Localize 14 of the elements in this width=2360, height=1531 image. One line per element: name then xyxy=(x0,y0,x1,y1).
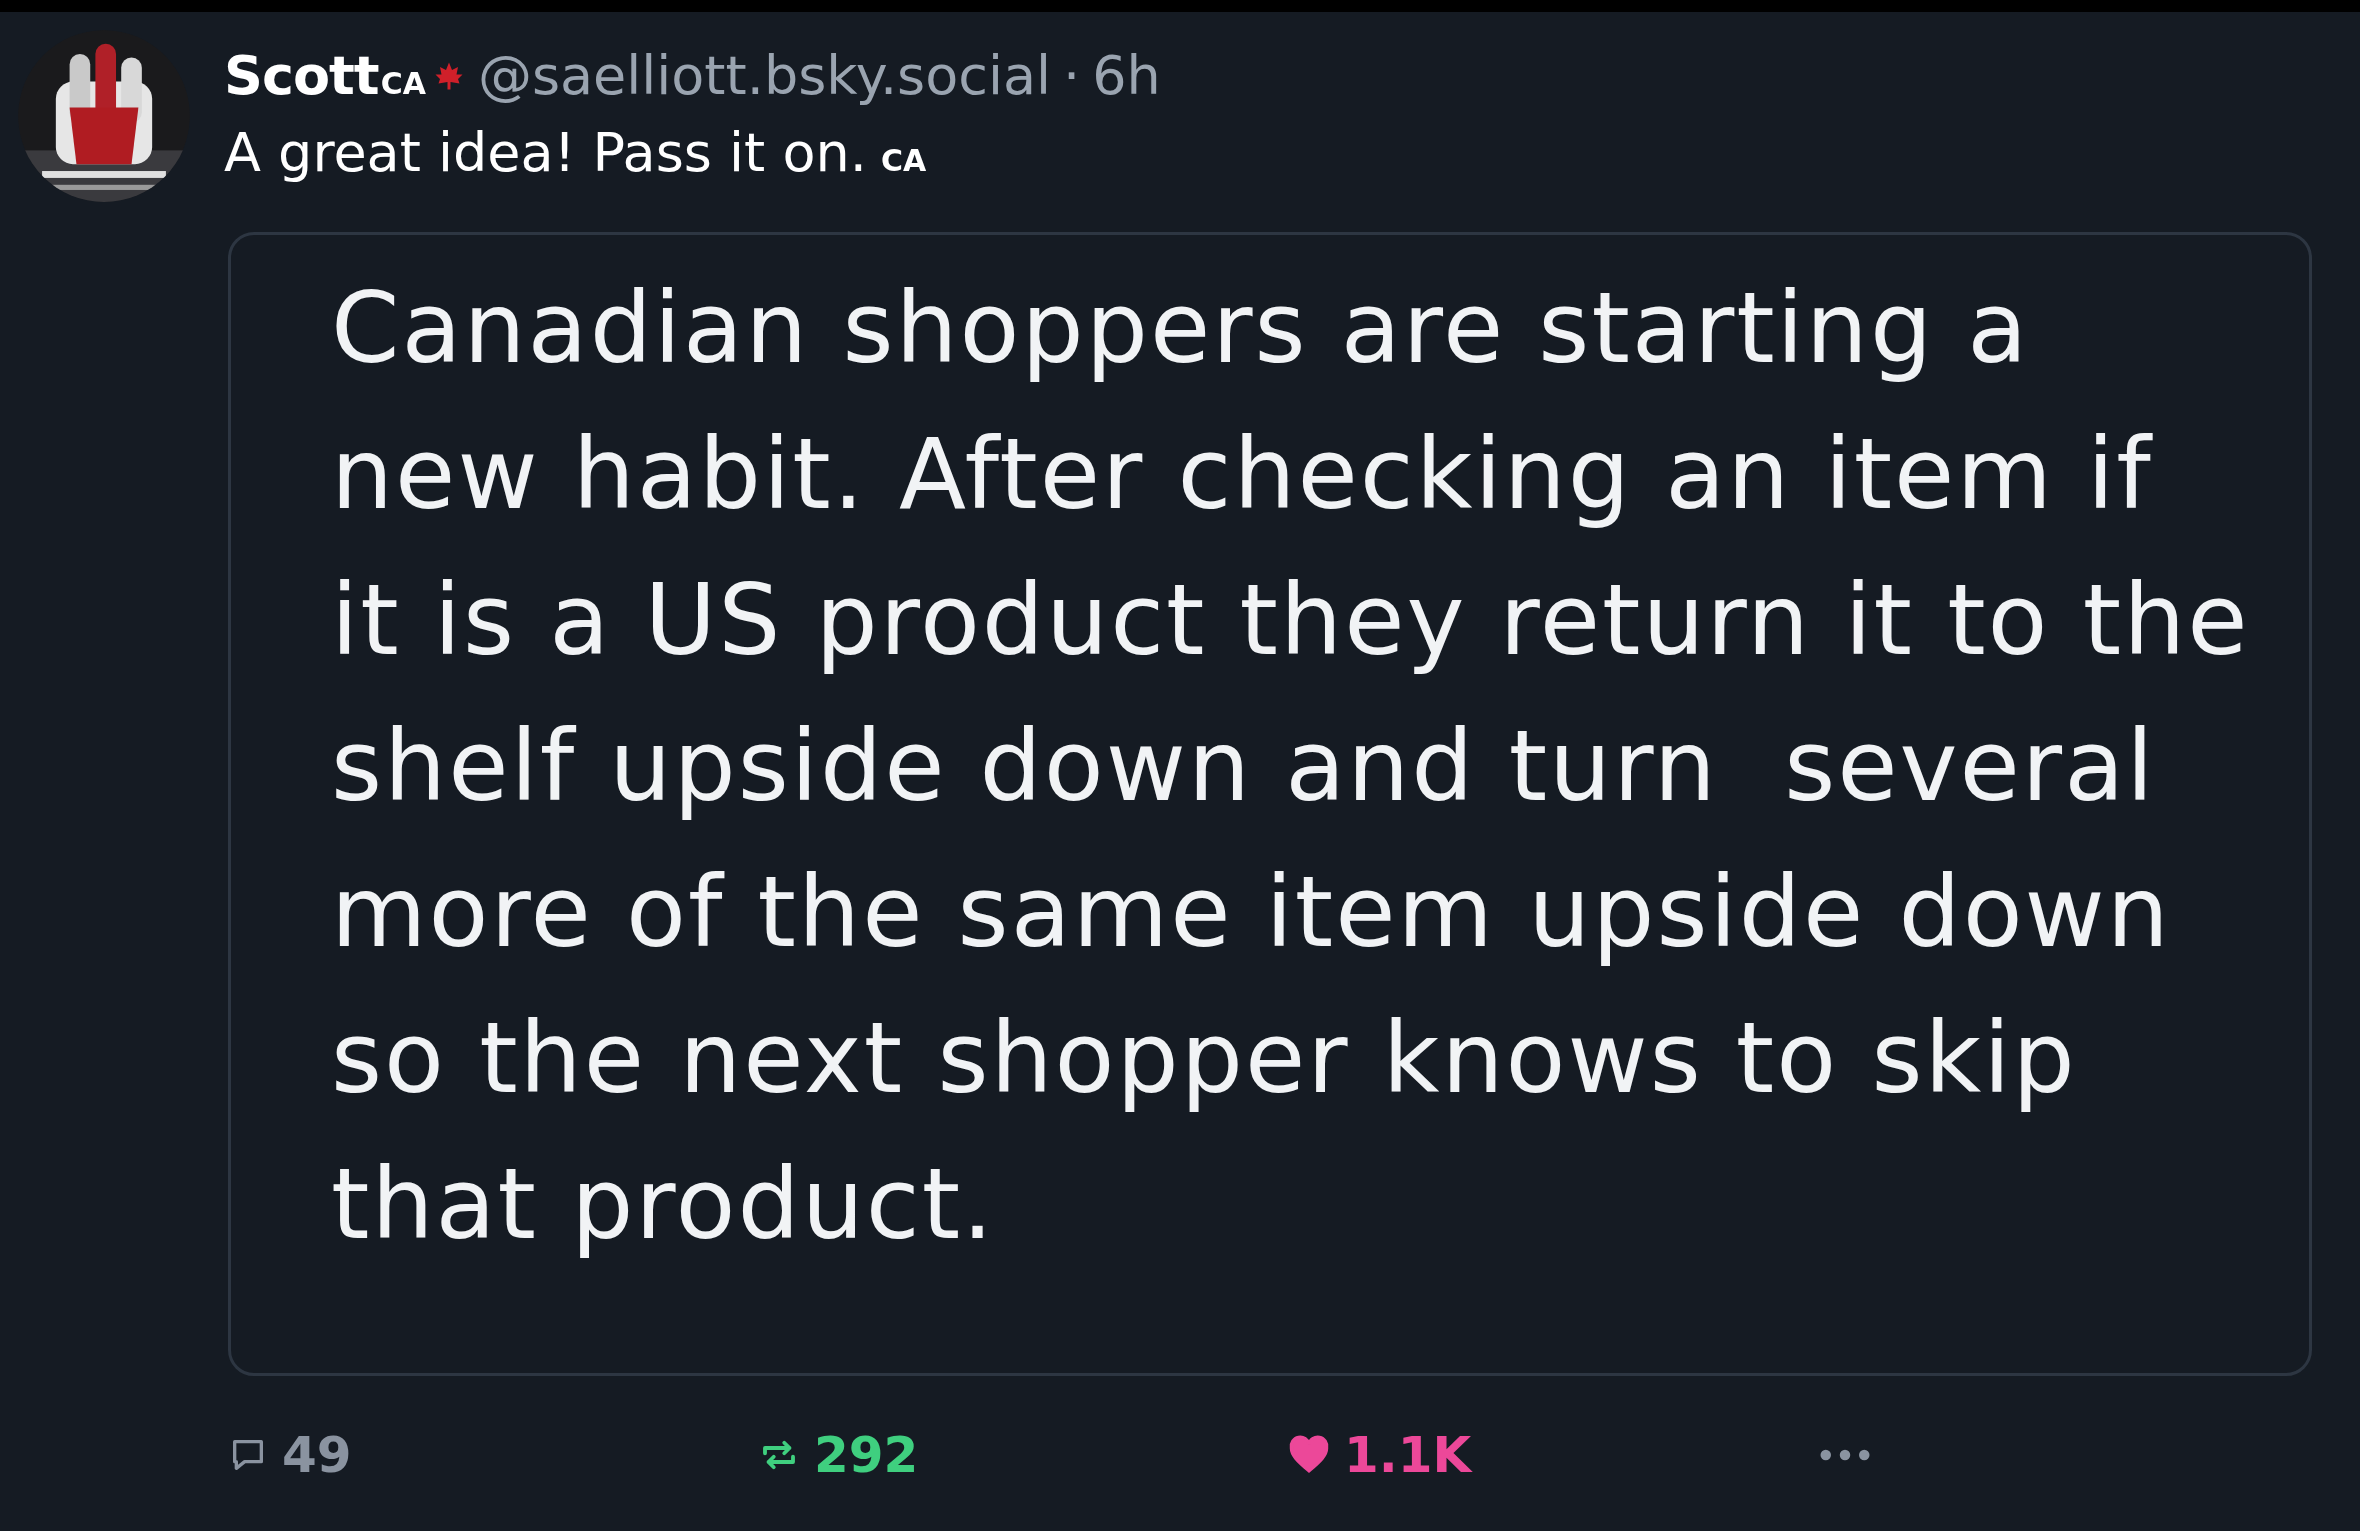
like-button[interactable]: 1.1K xyxy=(1288,1426,1818,1484)
country-tag: CA xyxy=(880,143,927,178)
repost-button[interactable]: 292 xyxy=(758,1426,1288,1484)
post-text: A great idea! Pass it on. xyxy=(224,121,867,184)
quote-text: Canadian shoppers are starting a new habit. After checking an item if it is a US product they return it to the shelf upside down and turn several more of the same item upside down so the next shopper knows to skip that product. xyxy=(331,270,2251,1263)
author-handle[interactable]: @saelliott.bsky.social xyxy=(477,44,1052,107)
post-time[interactable]: 6h xyxy=(1092,44,1161,107)
separator: · xyxy=(1063,44,1081,107)
more-icon[interactable] xyxy=(1818,1448,1872,1462)
heart-icon xyxy=(1288,1434,1330,1476)
author-name[interactable]: Scott xyxy=(224,44,379,107)
country-tag: CA xyxy=(380,66,426,101)
quote-card[interactable] xyxy=(228,232,2312,1376)
reply-button[interactable]: 49 xyxy=(228,1426,758,1484)
